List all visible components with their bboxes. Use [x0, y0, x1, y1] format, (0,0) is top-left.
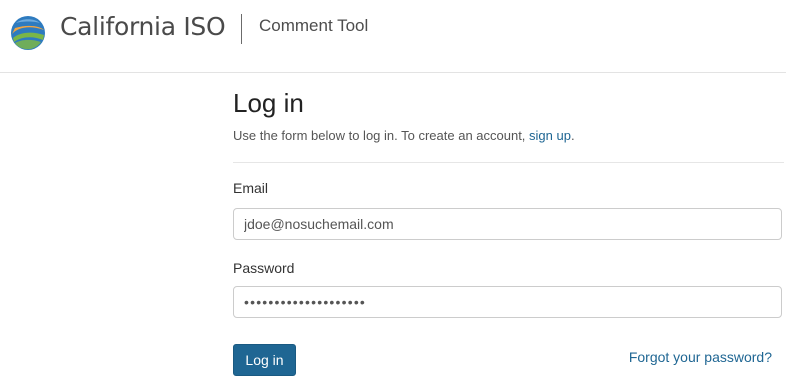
california-iso-logo-icon[interactable] [10, 15, 46, 51]
intro-text: Use the form below to log in. To create … [233, 128, 575, 143]
email-label: Email [233, 180, 269, 196]
brand-name[interactable]: California ISO [60, 12, 226, 41]
site-header: California ISO Comment Tool [0, 0, 786, 73]
intro-prefix: Use the form below to log in. To create … [233, 128, 530, 143]
header-divider [241, 14, 242, 44]
app-name[interactable]: Comment Tool [259, 16, 368, 36]
password-label: Password [233, 260, 295, 276]
intro-suffix: . [570, 128, 575, 143]
password-field[interactable]: •••••••••••••••••••• [233, 286, 782, 318]
login-button[interactable]: Log in [233, 344, 296, 376]
page-title: Log in [233, 88, 304, 118]
divider [233, 162, 784, 163]
sign-up-link[interactable]: sign up [529, 128, 571, 143]
password-masked-value: •••••••••••••••••••• [244, 294, 367, 310]
forgot-password-link[interactable]: Forgot your password? [629, 349, 772, 365]
email-field[interactable] [233, 208, 782, 240]
